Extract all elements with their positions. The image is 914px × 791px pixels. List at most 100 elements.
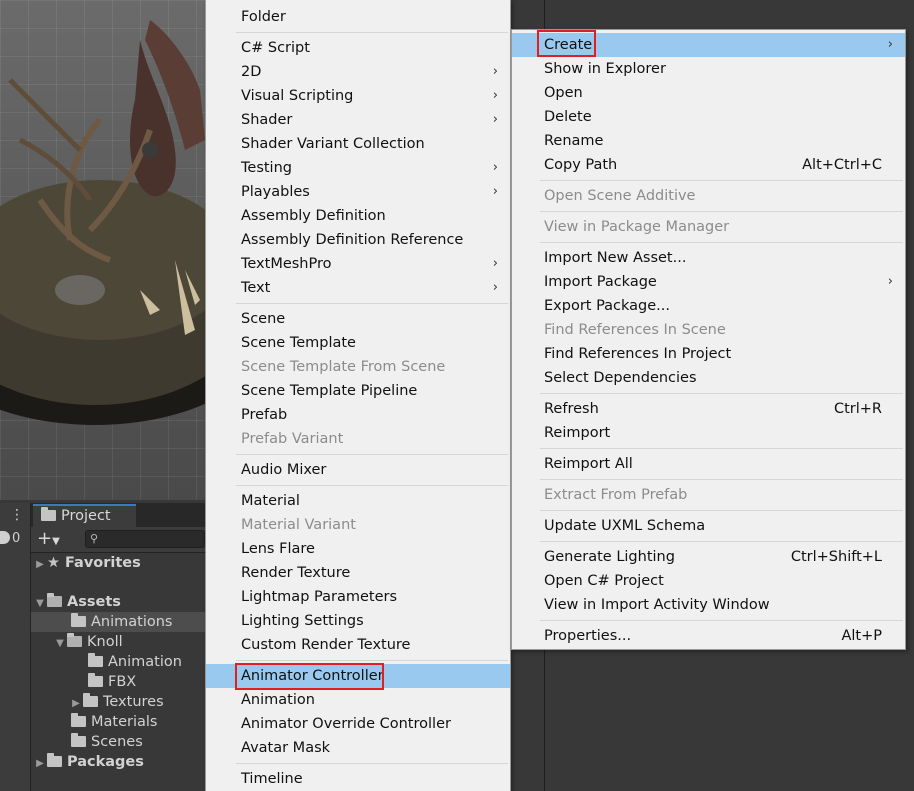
menu-item-custom-render-texture[interactable]: Custom Render Texture	[206, 633, 510, 657]
menu-item-select-dependencies[interactable]: Select Dependencies	[512, 366, 905, 390]
menu-item-animation[interactable]: Animation	[206, 688, 510, 712]
menu-item-prefab[interactable]: Prefab	[206, 403, 510, 427]
menu-separator	[236, 660, 508, 661]
tree-item-assets[interactable]: ▼ Assets	[31, 592, 205, 612]
menu-item-shader-variant-collection[interactable]: Shader Variant Collection	[206, 132, 510, 156]
caret-down-icon: ▼	[36, 598, 44, 609]
menu-separator	[236, 485, 508, 486]
folder-icon	[71, 733, 86, 747]
shortcut-label: Ctrl+R	[833, 401, 882, 417]
folder-icon	[41, 507, 56, 521]
menu-item-assembly-definition-reference[interactable]: Assembly Definition Reference	[206, 228, 510, 252]
tree-item-fbx[interactable]: FBX	[31, 672, 205, 692]
menu-item-shader[interactable]: Shader ›	[206, 108, 510, 132]
chevron-right-icon: ›	[887, 37, 893, 52]
menu-item-render-texture[interactable]: Render Texture	[206, 561, 510, 585]
menu-separator	[540, 448, 903, 449]
tree-item-textures[interactable]: ▶ Textures	[31, 692, 205, 712]
create-plus-button[interactable]: +▼	[37, 529, 60, 552]
tree-item-scenes[interactable]: Scenes	[31, 732, 205, 752]
menu-item-reimport-all[interactable]: Reimport All	[512, 452, 905, 476]
caret-right-icon: ▶	[36, 559, 44, 570]
dropdown-arrow-icon: ▼	[52, 536, 60, 547]
menu-item-scene[interactable]: Scene	[206, 307, 510, 331]
menu-item-reimport[interactable]: Reimport	[512, 421, 905, 445]
shortcut-label: Alt+P	[841, 628, 882, 644]
caret-right-icon: ▶	[36, 758, 44, 769]
menu-item-delete[interactable]: Delete	[512, 105, 905, 129]
menu-separator	[540, 180, 903, 181]
menu-item-lightmap-parameters[interactable]: Lightmap Parameters	[206, 585, 510, 609]
project-tab-bar: Project	[31, 503, 205, 527]
menu-item-generate-lighting[interactable]: Generate Lighting Ctrl+Shift+L	[512, 545, 905, 569]
menu-item-2d[interactable]: 2D ›	[206, 60, 510, 84]
shortcut-label: Alt+Ctrl+C	[802, 157, 882, 173]
search-input[interactable]: ⚲	[85, 530, 205, 548]
menu-item-show-in-explorer[interactable]: Show in Explorer	[512, 57, 905, 81]
menu-item-material[interactable]: Material	[206, 489, 510, 513]
project-panel: ⋮ 0 Project +▼ ⚲ ▶ ★ Favorites ▼ Assets Ani…	[0, 503, 205, 791]
scene-model-illustration	[0, 20, 205, 425]
folder-icon	[88, 653, 103, 667]
chevron-right-icon: ›	[887, 274, 893, 289]
menu-item-refresh[interactable]: Refresh Ctrl+R	[512, 397, 905, 421]
menu-item-csharp-script[interactable]: C# Script	[206, 36, 510, 60]
menu-item-view-in-import-activity-window[interactable]: View in Import Activity Window	[512, 593, 905, 617]
folder-icon	[88, 673, 103, 687]
menu-separator	[236, 32, 508, 33]
menu-item-textmeshpro[interactable]: TextMeshPro ›	[206, 252, 510, 276]
menu-item-export-package[interactable]: Export Package...	[512, 294, 905, 318]
star-icon: ★	[47, 555, 60, 571]
menu-item-scene-template-pipeline[interactable]: Scene Template Pipeline	[206, 379, 510, 403]
menu-item-copy-path[interactable]: Copy Path Alt+Ctrl+C	[512, 153, 905, 177]
menu-item-open[interactable]: Open	[512, 81, 905, 105]
console-count-badge[interactable]: 0	[0, 531, 20, 546]
menu-item-visual-scripting[interactable]: Visual Scripting ›	[206, 84, 510, 108]
menu-item-prefab-variant: Prefab Variant	[241, 431, 344, 447]
create-callout-box	[537, 30, 596, 57]
folder-icon	[71, 613, 86, 627]
scene-view[interactable]	[0, 0, 205, 500]
menu-separator	[236, 303, 508, 304]
menu-item-lens-flare[interactable]: Lens Flare	[206, 537, 510, 561]
menu-item-text[interactable]: Text ›	[206, 276, 510, 300]
menu-separator	[540, 242, 903, 243]
shortcut-label: Ctrl+Shift+L	[790, 549, 882, 565]
menu-item-update-uxml-schema[interactable]: Update UXML Schema	[512, 514, 905, 538]
menu-item-audio-mixer[interactable]: Audio Mixer	[206, 458, 510, 482]
menu-item-animator-override-controller[interactable]: Animator Override Controller	[206, 712, 510, 736]
tree-item-animation[interactable]: Animation	[31, 652, 205, 672]
menu-item-open-csharp-project[interactable]: Open C# Project	[512, 569, 905, 593]
search-icon: ⚲	[90, 532, 99, 545]
menu-item-rename[interactable]: Rename	[512, 129, 905, 153]
console-gutter: ⋮ 0	[0, 503, 31, 791]
kebab-menu-icon[interactable]: ⋮	[10, 507, 24, 523]
menu-item-properties[interactable]: Properties... Alt+P	[512, 624, 905, 648]
folder-icon	[71, 713, 86, 727]
menu-item-lighting-settings[interactable]: Lighting Settings	[206, 609, 510, 633]
menu-separator	[540, 479, 903, 480]
tree-item-packages[interactable]: ▶ Packages	[31, 752, 205, 772]
menu-separator	[236, 763, 508, 764]
console-count: 0	[12, 531, 21, 546]
menu-item-testing[interactable]: Testing ›	[206, 156, 510, 180]
menu-item-import-new-asset[interactable]: Import New Asset...	[512, 246, 905, 270]
menu-item-extract-from-prefab: Extract From Prefab	[544, 487, 688, 503]
menu-item-view-in-package-manager: View in Package Manager	[544, 219, 730, 235]
tree-item-animations[interactable]: Animations	[31, 612, 205, 632]
menu-item-folder[interactable]: Folder	[206, 5, 510, 29]
menu-item-find-references-in-project[interactable]: Find References In Project	[512, 342, 905, 366]
tree-item-knoll[interactable]: ▼ Knoll	[31, 632, 205, 652]
menu-item-avatar-mask[interactable]: Avatar Mask	[206, 736, 510, 760]
menu-item-assembly-definition[interactable]: Assembly Definition	[206, 204, 510, 228]
menu-item-playables[interactable]: Playables ›	[206, 180, 510, 204]
tab-project-label: Project	[61, 508, 111, 524]
assets-context-menu: Create › Show in Explorer Open Delete Ren…	[511, 29, 906, 650]
tab-project[interactable]: Project	[33, 504, 136, 527]
menu-item-timeline[interactable]: Timeline	[206, 767, 510, 791]
menu-item-import-package[interactable]: Import Package ›	[512, 270, 905, 294]
menu-item-scene-template[interactable]: Scene Template	[206, 331, 510, 355]
tree-item-favorites[interactable]: ▶ ★ Favorites	[31, 553, 205, 573]
tree-item-materials[interactable]: Materials	[31, 712, 205, 732]
folder-open-icon	[67, 633, 82, 647]
